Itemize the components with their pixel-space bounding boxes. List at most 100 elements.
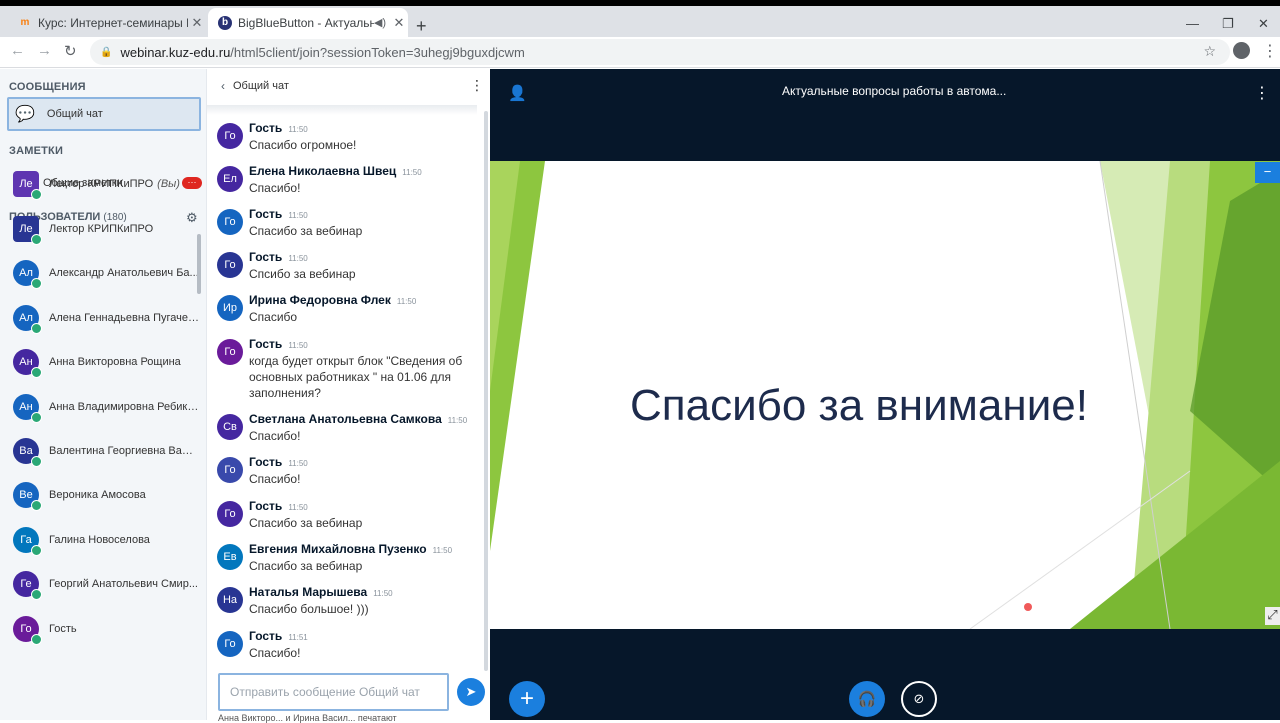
slide-heading: Спасибо за внимание! [630,381,1088,430]
message-body: Елена Николаевна Швец 11:50 Спасибо! [249,164,477,196]
message-avatar: Ир [217,295,243,321]
forward-icon[interactable]: → [37,42,52,59]
message-author: Елена Николаевна Швец [249,164,397,178]
chat-message-input[interactable] [218,673,449,711]
chat-header-shadow [207,105,477,115]
close-tab-icon[interactable]: ✕ [390,15,408,31]
message-header: Наталья Марышева 11:50 [249,585,477,599]
address-bar: ← → ↻ 🔒 webinar.kuz-edu.ru/html5client/j… [0,37,1280,68]
message-avatar: Св [217,414,243,440]
message-header: Гость 11:50 [249,250,477,264]
send-button[interactable]: ➤ [457,678,485,706]
listen-only-icon [31,234,42,245]
headphones-icon: 🎧 [857,691,877,708]
user-list-item[interactable]: Ве Вероника Амосова [13,480,203,511]
message-author: Гость [249,121,283,135]
tab-bigbluebutton[interactable]: b BigBlueButton - Актуальные вопросы ◀) … [208,8,408,37]
user-list-item[interactable]: Га Галина Новоселова [13,525,203,556]
message-avatar: Го [217,457,243,483]
message-text: Спасибо! [249,472,301,486]
message-header: Гость 11:50 [249,207,477,221]
user-list-item[interactable]: Ал Алена Геннадьевна Пугачева [13,303,203,334]
messages-section-title: СООБЩЕНИЯ [9,81,86,93]
reload-icon[interactable]: ↻ [64,42,77,60]
message-time: 11:51 [288,633,308,642]
message-header: Гость 11:50 [249,499,477,513]
chat-bubble-icon: 💬 [15,106,35,123]
listen-only-icon [31,456,42,467]
message-body: Гость 11:50 Спсибо за вебинар [249,250,477,282]
message-text: Спасибо! [249,429,301,443]
message-time: 11:50 [373,589,393,598]
chat-header[interactable]: ‹ Общий чат [221,79,289,93]
actions-plus-button[interactable]: + [509,681,545,717]
chat-scrollbar[interactable] [484,111,488,671]
zoom-out-button[interactable]: − [1255,162,1280,183]
message-header: Гость 11:50 [249,121,477,135]
close-tab-icon[interactable]: ✕ [188,15,206,31]
message-time: 11:50 [288,459,308,468]
message-text: Спсибо за вебинар [249,267,356,281]
user-list-item[interactable]: Ан Анна Викторовна Рощина [13,347,203,378]
url-path: /html5client/join?sessionToken=3uhegj9bg… [230,44,525,60]
avatar-initials: Ва [19,445,33,457]
bookmark-star-icon[interactable]: ☆ [1203,43,1216,60]
user-list-item[interactable]: Го Гость [13,614,203,645]
message-time: 11:50 [402,168,422,177]
message-avatar: Го [217,252,243,278]
message-avatar: На [217,587,243,613]
message-body: Светлана Анатольевна Самкова 11:50 Спасибо… [249,412,477,444]
browser-menu-icon[interactable]: ⋮ [1262,41,1278,61]
message-time: 11:50 [288,125,308,134]
user-list-item[interactable]: Ле Лектор КРИПКиПРО (Вы) [13,169,203,200]
user-list-item[interactable]: Ал Александр Анатольевич Ба... [13,258,203,289]
user-list-item[interactable]: Ан Анна Владимировна Ребико... [13,392,203,423]
user-avatar: Ле [13,171,42,200]
user-icon[interactable]: 👤 [508,84,527,102]
sidebar-scrollbar[interactable] [197,234,201,294]
speaker-icon[interactable]: ◀) [374,16,386,29]
avatar-initials: Ге [20,578,32,590]
profile-avatar-icon[interactable] [1233,42,1250,59]
user-name-text: Анна Владимировна Ребико... [49,401,199,413]
listen-only-icon [31,278,42,289]
public-chat-item[interactable]: 💬 Общий чат [7,97,201,131]
message-text: Спасибо! [249,646,301,660]
new-tab-icon[interactable]: + [416,16,427,37]
options-menu-icon[interactable]: ⋮ [1254,83,1270,103]
user-list-item[interactable]: Ле Лектор КРИПКиПРО [13,214,203,245]
meeting-title: Актуальные вопросы работы в автома... [782,84,1007,98]
message-time: 11:50 [447,416,468,425]
message-author: Гость [249,250,283,264]
chat-message: Го Гость 11:50 Спасибо за вебинар [217,499,477,531]
user-name-text: Анна Викторовна Рощина [49,356,181,368]
tab-course[interactable]: m Курс: Интернет-семинары КРИПКиПРО ✕ [8,8,206,37]
message-header: Гость 11:50 [249,455,477,469]
chat-message: Го Гость 11:50 когда будет открыт блок "Све… [217,337,477,401]
avatar-initials: Ле [19,223,33,235]
message-avatar: Ел [217,166,243,192]
message-avatar: Го [217,123,243,149]
user-avatar: Га [13,527,42,556]
url-field[interactable]: 🔒 webinar.kuz-edu.ru/html5client/join?se… [90,39,1230,65]
listen-only-icon [31,367,42,378]
message-author: Ирина Федоровна Флек [249,293,391,307]
back-icon[interactable]: ← [10,42,25,59]
user-list-item[interactable]: Ва Валентина Георгиевна Варе... [13,436,203,467]
close-window-icon[interactable]: ✕ [1258,16,1269,32]
message-body: Гость 11:50 Спасибо за вебинар [249,499,477,531]
audio-button[interactable]: 🎧 [849,681,885,717]
fullscreen-icon[interactable]: ⤢ [1265,607,1280,625]
maximize-icon[interactable]: ❐ [1222,16,1234,32]
camera-off-button[interactable]: ⊘ [901,681,937,717]
you-label: (Вы) [157,178,180,190]
user-name-text: Лектор КРИПКиПРО [49,223,154,235]
chat-options-icon[interactable]: ⋮ [470,77,484,94]
message-header: Светлана Анатольевна Самкова 11:50 [249,412,477,426]
message-time: 11:50 [432,546,453,555]
minimize-icon[interactable]: — [1186,16,1199,31]
listen-only-icon [31,589,42,600]
chat-message: На Наталья Марышева 11:50 Спасибо большое! … [217,585,477,617]
user-list-item[interactable]: Ге Георгий Анатольевич Смир... [13,569,203,600]
chevron-left-icon[interactable]: ‹ [221,79,225,93]
